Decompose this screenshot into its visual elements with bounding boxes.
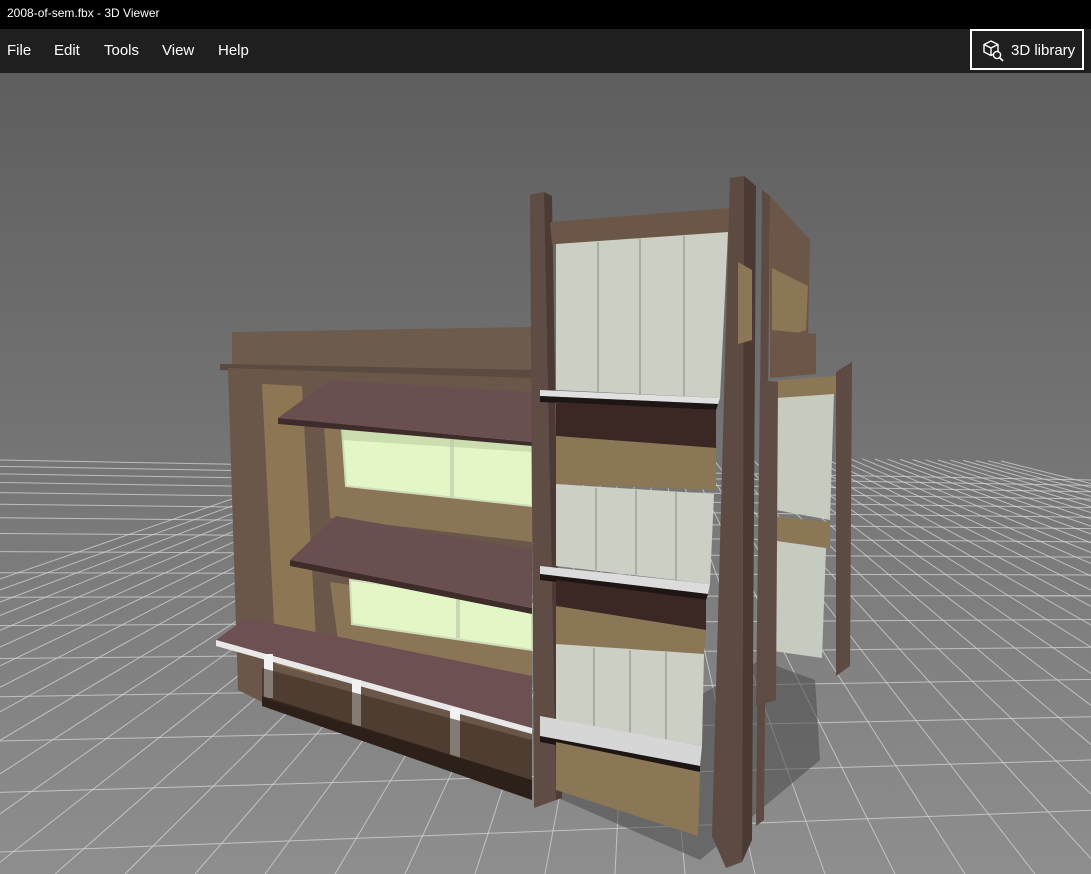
menu-edit[interactable]: Edit [54, 41, 80, 61]
tower-side-panel [738, 262, 752, 344]
wing-fin [836, 362, 852, 676]
3d-library-label: 3D library [1011, 42, 1076, 59]
window-title: 2008-of-sem.fbx - 3D Viewer [7, 6, 160, 20]
wing-panel-upper [776, 394, 834, 520]
title-bar: 2008-of-sem.fbx - 3D Viewer [0, 0, 1091, 29]
menu-help[interactable]: Help [218, 41, 249, 61]
facade-panel-level-1 [556, 232, 728, 398]
wing-roof [770, 330, 816, 378]
menu-tools[interactable]: Tools [104, 41, 139, 61]
menu-file[interactable]: File [7, 41, 31, 61]
menu-view[interactable]: View [162, 41, 194, 61]
3d-library-icon [982, 40, 1004, 62]
menu-bar: File Edit Tools View Help 3D library [0, 29, 1091, 73]
3d-viewport[interactable] [0, 73, 1091, 874]
scene-canvas[interactable] [0, 73, 1091, 874]
3d-library-button[interactable]: 3D library [970, 29, 1084, 70]
